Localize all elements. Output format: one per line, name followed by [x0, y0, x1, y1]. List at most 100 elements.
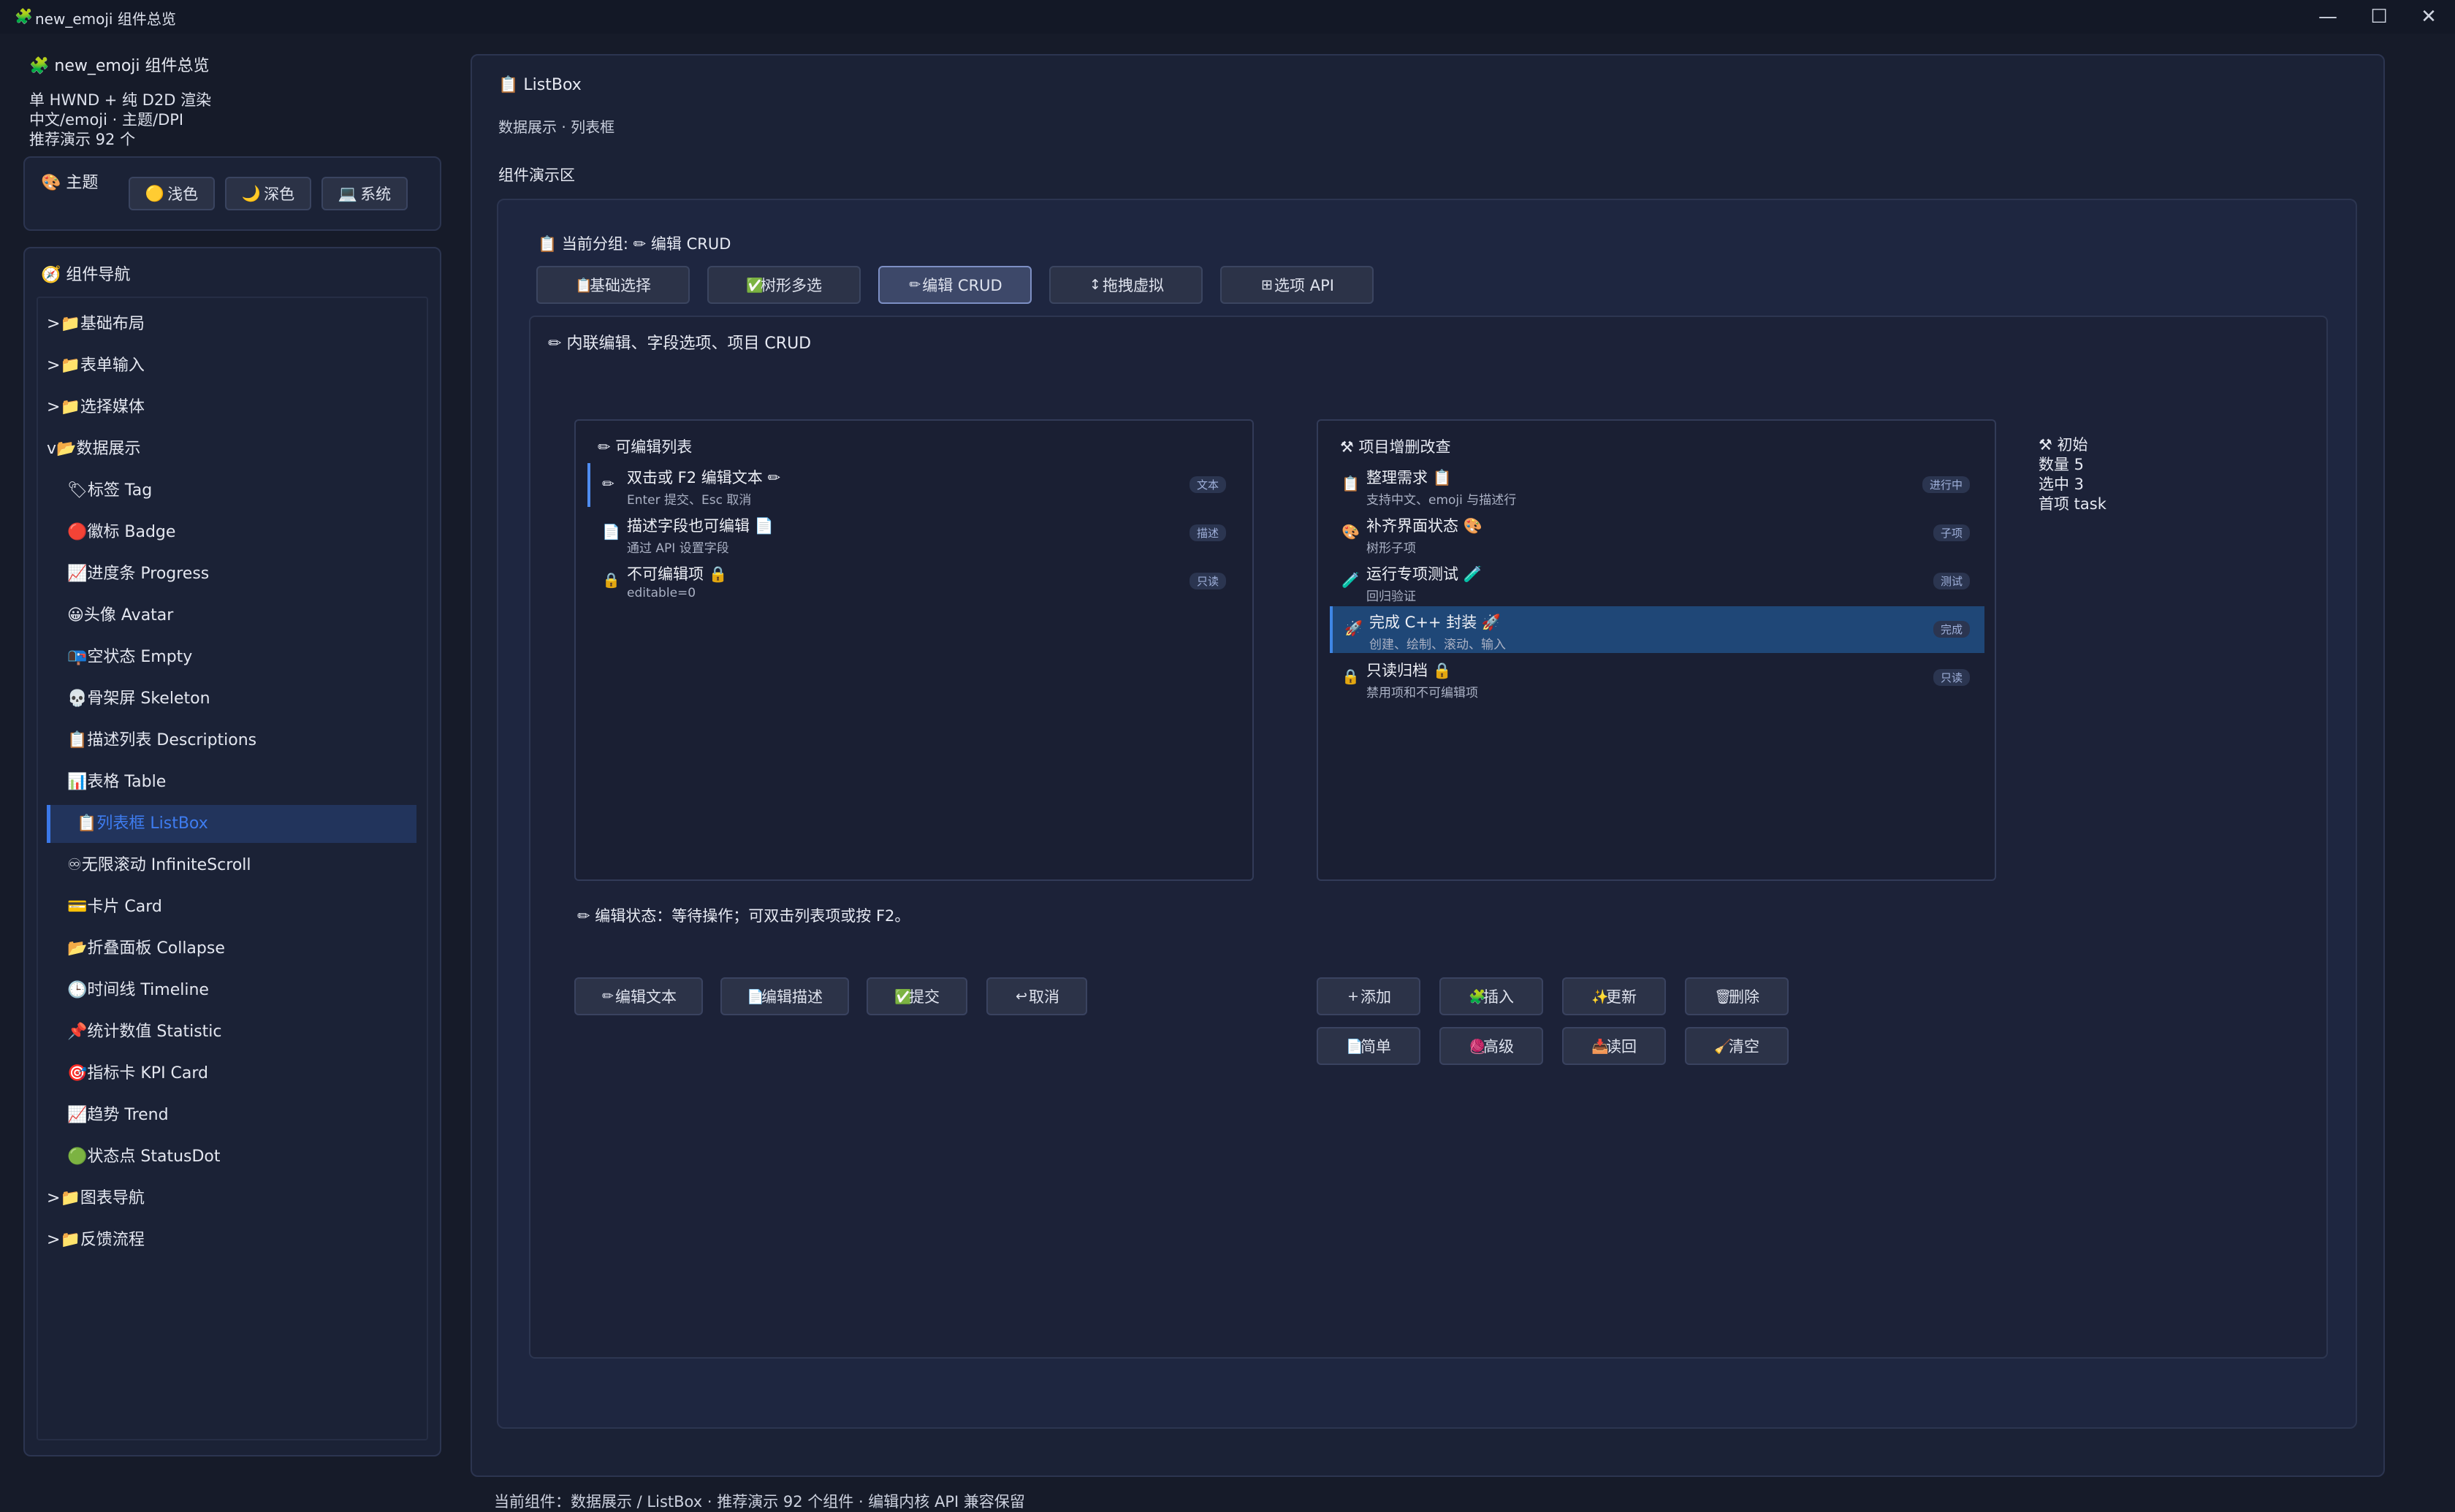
sidebar-item[interactable]: >📁基础布局 — [47, 305, 416, 343]
list-item[interactable]: ✏ 双击或 F2 编辑文本 ✏ Enter 提交、Esc 取消 文本 — [590, 462, 1241, 508]
tab-tree-multiselect[interactable]: ✅ 树形多选 — [707, 266, 861, 304]
expand-caret: v — [47, 440, 57, 458]
nav-item-icon: 💳 — [66, 898, 88, 916]
close-icon[interactable]: ✕ — [2414, 4, 2443, 29]
update-button[interactable]: ✨ 更新 — [1562, 977, 1666, 1015]
clear-button[interactable]: 🧹 清空 — [1685, 1027, 1789, 1065]
sidebar-item[interactable]: 📭空状态 Empty — [47, 638, 416, 676]
sidebar-item[interactable]: ♾无限滚动 InfiniteScroll — [47, 847, 416, 885]
nav-item-icon: 📂 — [56, 440, 77, 458]
nav-item-icon: 📋 — [66, 731, 88, 749]
sidebar-item[interactable]: 🏷标签 Tag — [47, 472, 416, 510]
list-item[interactable]: 📋 整理需求 📋 支持中文、emoji 与描述行 进行中 — [1330, 462, 1984, 508]
list-item[interactable]: 🧪 运行专项测试 🧪 回归验证 测试 — [1330, 558, 1984, 605]
sidebar-item[interactable]: >📁选择媒体 — [47, 389, 416, 427]
sidebar-item[interactable]: >📁图表导航 — [47, 1180, 416, 1218]
sidebar-item[interactable]: 📈趋势 Trend — [47, 1096, 416, 1134]
clipboard-icon: 📋 — [538, 235, 557, 253]
item-title: 完成 C++ 封装 🚀 — [1369, 614, 1501, 631]
sidebar-item[interactable]: 🎯指标卡 KPI Card — [47, 1055, 416, 1093]
theme-dark-button[interactable]: 🌙 深色 — [225, 177, 311, 210]
sidebar-item[interactable]: >📁表单输入 — [47, 347, 416, 385]
add-button[interactable]: + 添加 — [1317, 977, 1420, 1015]
insert-button[interactable]: 🧩 插入 — [1439, 977, 1543, 1015]
sidebar-item[interactable]: 📋描述列表 Descriptions — [47, 722, 416, 760]
nav-item-icon: 📁 — [60, 356, 80, 375]
sidebar-item[interactable]: 📌统计数值 Statistic — [47, 1013, 416, 1051]
tab-edit-crud[interactable]: ✏ 编辑 CRUD — [878, 266, 1032, 304]
item-badge: 描述 — [1189, 524, 1226, 541]
sidebar-item[interactable]: 🟢状态点 StatusDot — [47, 1138, 416, 1176]
button-icon: 📄 — [1346, 1038, 1363, 1055]
check-icon: ✅ — [746, 277, 764, 294]
item-description: Enter 提交、Esc 取消 — [627, 493, 752, 508]
item-icon: 🔒 — [602, 571, 620, 589]
sidebar-item[interactable]: 📂折叠面板 Collapse — [47, 930, 416, 968]
edit-status: ✏ 编辑状态：等待操作；可双击列表项或按 F2。 — [577, 907, 910, 925]
tab-drag-virtual[interactable]: ↕ 拖拽虚拟 — [1049, 266, 1203, 304]
tools-icon: ⚒ — [1340, 438, 1354, 456]
tab-options-api[interactable]: ⊞ 选项 API — [1220, 266, 1374, 304]
sidebar-item[interactable]: 🕒时间线 Timeline — [47, 971, 416, 1009]
compass-icon: 🧭 — [41, 266, 61, 284]
nav-item-icon: 📊 — [66, 773, 88, 791]
list-item[interactable]: 🚀 完成 C++ 封装 🚀 创建、绘制、滚动、输入 完成 — [1330, 606, 1984, 653]
nav-item-icon: ♾ — [66, 856, 82, 874]
sidebar-item[interactable]: v📂数据展示 — [47, 430, 416, 468]
theme-system-button[interactable]: 💻 系统 — [321, 177, 408, 210]
list-item[interactable]: 🔒 只读归档 🔒 禁用项和不可编辑项 只读 — [1330, 654, 1984, 701]
list-item[interactable]: 🎨 补齐界面状态 🎨 树形子项 子项 — [1330, 510, 1984, 557]
sidebar-item[interactable]: 💳卡片 Card — [47, 888, 416, 926]
pencil-icon: ✏ — [577, 907, 590, 925]
page-title: 📋 ListBox — [498, 76, 582, 94]
sidebar-item[interactable]: >📁反馈流程 — [47, 1221, 416, 1259]
sidebar-item[interactable]: 🔴徽标 Badge — [47, 513, 416, 551]
sidebar-item[interactable]: 📈进度条 Progress — [47, 555, 416, 593]
item-badge: 只读 — [1933, 669, 1970, 686]
sidebar-item[interactable]: 📋列表框 ListBox — [47, 805, 416, 843]
sidebar-item[interactable]: 📊表格 Table — [47, 763, 416, 801]
submit-button[interactable]: ✅ 提交 — [867, 977, 967, 1015]
item-title: 只读归档 🔒 — [1366, 662, 1452, 679]
item-icon: 🚀 — [1344, 619, 1363, 637]
item-icon: 🎨 — [1341, 523, 1360, 541]
theme-light-button[interactable]: 🟡 浅色 — [129, 177, 215, 210]
title-bar: 🧩 new_emoji 组件总览 — ☐ ✕ — [0, 0, 2455, 34]
sidebar-item[interactable]: 💀骨架屏 Skeleton — [47, 680, 416, 718]
edit-text-button[interactable]: ✏ 编辑文本 — [574, 977, 703, 1015]
item-description: 通过 API 设置字段 — [627, 541, 729, 556]
item-icon: 🔒 — [1341, 668, 1360, 685]
nav-item-label: 选择媒体 — [80, 398, 145, 416]
moon-icon: 🌙 — [241, 184, 262, 202]
list-item[interactable]: 📄 描述字段也可编辑 📄 通过 API 设置字段 描述 — [590, 510, 1241, 557]
simple-button[interactable]: 📄 简单 — [1317, 1027, 1420, 1065]
item-description: editable=0 — [627, 586, 696, 600]
readback-button[interactable]: 📥 读回 — [1562, 1027, 1666, 1065]
nav-item-label: 头像 Avatar — [83, 606, 174, 625]
nav-item-label: 列表框 ListBox — [96, 814, 208, 833]
list-item[interactable]: 🔒 不可编辑项 🔒 editable=0 只读 — [590, 558, 1241, 605]
item-title: 整理需求 📋 — [1366, 469, 1452, 486]
item-title: 不可编辑项 🔒 — [627, 565, 728, 583]
item-description: 树形子项 — [1366, 541, 1416, 556]
check-icon: ✅ — [894, 988, 912, 1005]
delete-button[interactable]: 🗑 删除 — [1685, 977, 1789, 1015]
palette-icon: 🎨 — [41, 174, 61, 192]
tools-icon: ⚒ — [2039, 436, 2052, 454]
button-icon: 🧩 — [1469, 988, 1486, 1005]
nav-title: 🧭 组件导航 — [41, 266, 131, 284]
cancel-button[interactable]: ↩ 取消 — [986, 977, 1087, 1015]
edit-desc-button[interactable]: 📄 编辑描述 — [720, 977, 849, 1015]
maximize-icon[interactable]: ☐ — [2364, 4, 2394, 29]
nav-item-icon: 🏷 — [66, 481, 88, 500]
item-title: 补齐界面状态 🎨 — [1366, 517, 1482, 535]
advanced-button[interactable]: 🧶 高级 — [1439, 1027, 1543, 1065]
pencil-icon: ✏ — [909, 277, 921, 293]
button-icon: 📥 — [1591, 1038, 1609, 1055]
item-title: 描述字段也可编辑 📄 — [627, 517, 774, 535]
tab-basic-select[interactable]: 📋 基础选择 — [536, 266, 690, 304]
nav-item-icon: 📁 — [60, 315, 80, 333]
sidebar-item[interactable]: 😀头像 Avatar — [47, 597, 416, 635]
nav-item-label: 基础布局 — [80, 315, 145, 333]
minimize-icon[interactable]: — — [2313, 4, 2342, 29]
